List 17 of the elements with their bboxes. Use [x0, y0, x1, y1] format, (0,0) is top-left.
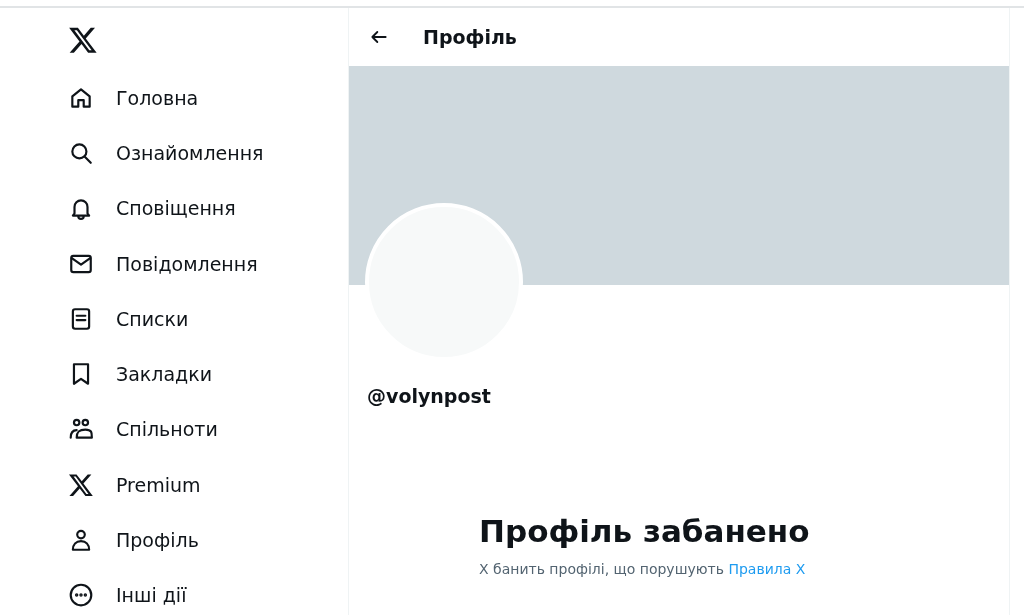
sidebar-item[interactable]: Списки	[68, 291, 348, 347]
profile-handle: @volynpost	[367, 385, 492, 407]
sidebar-item[interactable]: Сповіщення	[68, 180, 348, 236]
page-title: Профіль	[423, 26, 517, 48]
sidebar-item[interactable]: Закладки	[68, 346, 348, 402]
sidebar-item[interactable]: Спільноти	[68, 401, 348, 458]
sidebar-item[interactable]: Профіль	[68, 512, 348, 568]
sidebar-item[interactable]: Premium	[68, 457, 348, 513]
sidebar-item[interactable]: Головна	[68, 70, 348, 126]
sidebar-item[interactable]: Повідомлення	[68, 235, 348, 292]
x-logo-icon[interactable]	[68, 25, 98, 55]
sidebar-item[interactable]: Інші дії	[68, 567, 348, 615]
x-logo-icon[interactable]	[68, 471, 94, 498]
sidebar-item[interactable]: Ознайомлення	[68, 125, 348, 181]
banned-title: Профіль забанено	[479, 513, 811, 549]
banned-message: X банить профілі, що порушують Правила X	[479, 561, 807, 577]
more-icon	[68, 582, 94, 609]
